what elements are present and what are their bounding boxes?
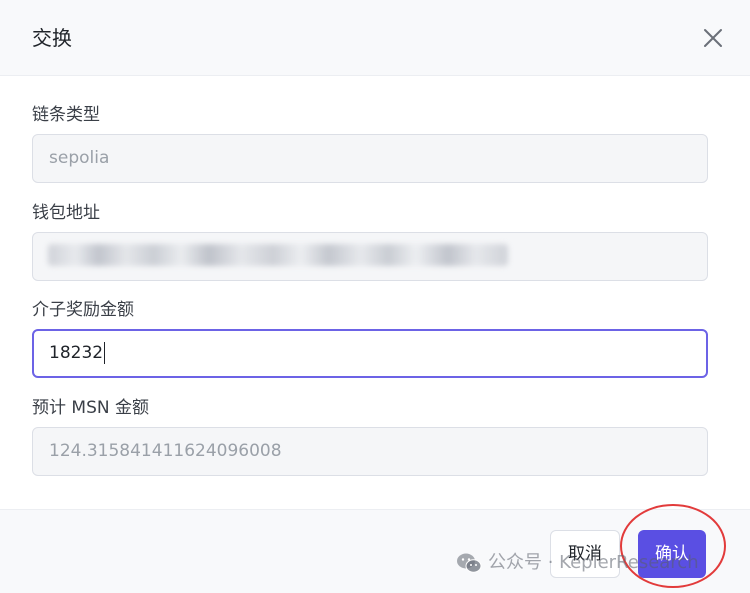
dialog-header: 交换 [0, 0, 750, 76]
confirm-button[interactable]: 确认 [638, 530, 706, 578]
wallet-address-label: 钱包地址 [32, 203, 100, 223]
close-button[interactable] [700, 25, 726, 51]
reward-amount-label: 介子奖励金额 [32, 300, 134, 320]
chain-type-value: sepolia [49, 148, 110, 168]
estimated-msn-field[interactable]: 124.315841411624096008 [32, 427, 708, 476]
text-caret [104, 342, 106, 364]
close-icon [704, 29, 722, 47]
cancel-button[interactable]: 取消 [550, 530, 620, 578]
chain-type-field[interactable]: sepolia [32, 134, 708, 183]
reward-amount-value: 18232 [49, 343, 104, 363]
estimated-msn-label: 预计 MSN 金额 [32, 398, 149, 418]
swap-dialog: 交换 链条类型 sepolia 钱包地址 介子奖励金额 18232 预计 MSN… [0, 0, 750, 593]
chain-type-label: 链条类型 [32, 105, 100, 125]
estimated-msn-value: 124.315841411624096008 [49, 441, 282, 461]
dialog-title: 交换 [32, 26, 72, 50]
wallet-address-redacted [48, 244, 508, 266]
reward-amount-input[interactable]: 18232 [32, 329, 708, 378]
